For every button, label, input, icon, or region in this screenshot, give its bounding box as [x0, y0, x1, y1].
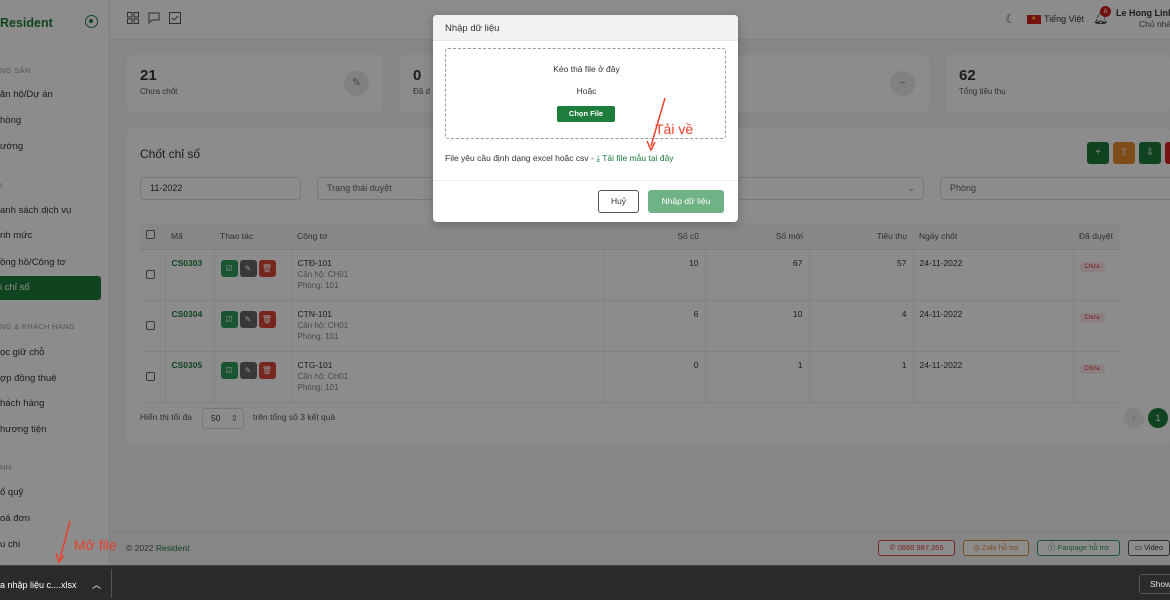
download-template-link[interactable]: ⤓ Tải file mẫu tại đây — [596, 153, 673, 163]
download-icon: ⤓ — [596, 153, 600, 163]
requirement-text: File yêu cầu định dạng excel hoặc csv - — [445, 153, 594, 163]
file-requirement: File yêu cầu định dạng excel hoặc csv - … — [445, 153, 674, 164]
chevron-up-icon[interactable]: ︿ — [92, 578, 101, 591]
cancel-button[interactable]: Huỷ — [598, 190, 639, 213]
annotation-download: Tải về — [655, 121, 694, 137]
modal-divider — [433, 180, 738, 181]
template-link-label: Tải file mẫu tại đây — [602, 153, 674, 163]
import-button[interactable]: Nhập dữ liệu — [648, 190, 724, 213]
modal-header: Nhập dữ liệu — [433, 15, 738, 41]
annotation-open-file: Mở file — [74, 537, 117, 553]
show-all-button[interactable]: Show — [1139, 574, 1170, 594]
dropzone-hint: Kéo thả file ở đây — [553, 64, 620, 74]
dropzone-or: Hoặc — [576, 86, 597, 96]
choose-file-button[interactable]: Chọn File — [557, 106, 615, 122]
divider — [111, 569, 112, 598]
import-data-modal: Nhập dữ liệu Kéo thả file ở đây Hoặc Chọ… — [433, 15, 738, 222]
downloaded-file[interactable]: a nhập liệu c....xlsx — [0, 580, 77, 590]
browser-download-bar: a nhập liệu c....xlsx ︿ Show — [0, 565, 1170, 600]
modal-title: Nhập dữ liệu — [445, 23, 500, 34]
